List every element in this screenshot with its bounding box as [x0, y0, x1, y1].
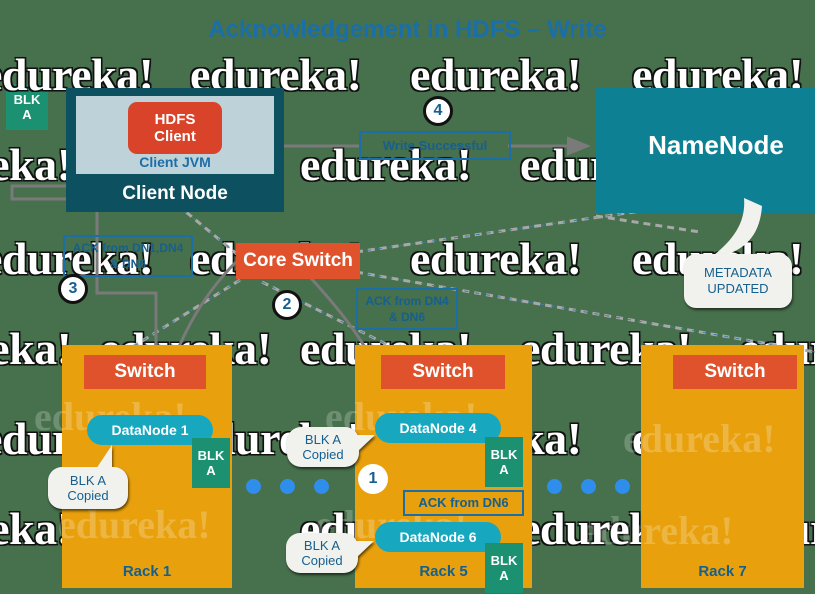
rack-5-dn6-blk-copied-bubble: BLK A Copied [286, 533, 374, 573]
hdfs-client-line1: HDFS [154, 111, 196, 128]
ack-label-dn4-dn6: ACK from DN4 & DN6 [356, 288, 458, 330]
step-badge-1: 1 [358, 464, 388, 494]
bubble-tail [96, 445, 112, 469]
rack-7-label: Rack 7 [698, 563, 747, 580]
bubble-line2: Copied [67, 488, 109, 503]
rack-5-switch[interactable]: Switch [381, 355, 505, 389]
ellipsis-dot [314, 479, 329, 494]
rack-ellipsis-left [246, 479, 329, 494]
block-label-line2: A [499, 462, 509, 477]
bubble-line1: BLK A [69, 473, 107, 488]
rack-5-datanode-4[interactable]: DataNode 4 [375, 413, 501, 443]
block-label-line1: BLK [13, 92, 41, 107]
metadata-updated-bubble: METADATA UPDATED [684, 254, 792, 308]
watermark-text: edureka! [410, 233, 582, 284]
rack-5-dn4-blk-copied-bubble: BLK A Copied [287, 427, 375, 467]
write-successful-label: Write Successful [359, 131, 511, 160]
watermark-text: edureka! [0, 139, 72, 190]
metadata-bubble-line1: METADATA [704, 265, 772, 280]
rack-5-datanode-6-block: BLK A [485, 543, 523, 593]
namenode-label: NameNode [648, 130, 784, 160]
ack-label-dn6: ACK from DN6 [403, 490, 524, 516]
ellipsis-dot [280, 479, 295, 494]
client-jvm-label: Client JVM [139, 154, 211, 170]
namenode-box[interactable]: NameNode [596, 88, 815, 213]
hdfs-client-line2: Client [154, 128, 196, 145]
ellipsis-dot [615, 479, 630, 494]
block-label-line2: A [499, 568, 509, 583]
block-label-line2: A [206, 463, 216, 478]
rack-7-switch[interactable]: Switch [673, 355, 797, 389]
watermark-text: edureka! [410, 49, 582, 100]
block-label-line1: BLK [490, 447, 518, 462]
page-title: Acknowledgement in HDFS – Write [208, 16, 607, 43]
rack-1-switch[interactable]: Switch [84, 355, 206, 389]
metadata-bubble-line2: UPDATED [707, 281, 769, 296]
bubble-line1: BLK A [303, 538, 341, 553]
rack-1-label: Rack 1 [122, 563, 172, 580]
bubble-line2: Copied [302, 447, 344, 462]
step-badge-3: 3 [58, 274, 88, 304]
client-jvm-box: HDFS Client Client JVM [76, 96, 274, 174]
ellipsis-dot [246, 479, 261, 494]
ellipsis-dot [581, 479, 596, 494]
rack-5-datanode-4-block: BLK A [485, 437, 523, 487]
rack-1-datanode-1-block: BLK A [192, 438, 230, 488]
block-label-line1: BLK [197, 448, 225, 463]
bubble-tail [356, 541, 374, 558]
rack-7[interactable]: edureka! edureka! Switch Rack 7 [581, 345, 804, 588]
rack-1-blk-copied-bubble: BLK A Copied [48, 445, 128, 509]
left-block-badge: BLK A [6, 84, 48, 130]
rack-5-datanode-6[interactable]: DataNode 6 [375, 522, 501, 552]
bubble-line1: BLK A [304, 432, 342, 447]
bubble-tail [357, 435, 375, 452]
ack-label-dn1-dn4-dn6: ACK from DN1,DN4 & DN6 [63, 235, 193, 277]
watermark-text: edureka! [0, 323, 72, 374]
block-label-line1: BLK [490, 553, 518, 568]
bubble-line2: Copied [301, 553, 343, 568]
core-switch-box[interactable]: Core Switch [236, 243, 360, 279]
watermark-text: edureka! [581, 508, 734, 553]
diagram-canvas: edureka! edureka! edureka! edureka! edur… [0, 0, 815, 594]
client-node-label: Client Node [122, 183, 228, 204]
watermark-text: edureka! [0, 503, 72, 554]
block-label-line2: A [22, 107, 32, 122]
ellipsis-dot [547, 479, 562, 494]
step-badge-2: 2 [272, 290, 302, 320]
hdfs-client-box[interactable]: HDFS Client [128, 102, 222, 154]
step-badge-4: 4 [423, 96, 453, 126]
watermark-text: edureka! [623, 416, 776, 461]
rack-ellipsis-right [547, 479, 630, 494]
client-node-box[interactable]: HDFS Client Client JVM Client Node [66, 88, 284, 212]
